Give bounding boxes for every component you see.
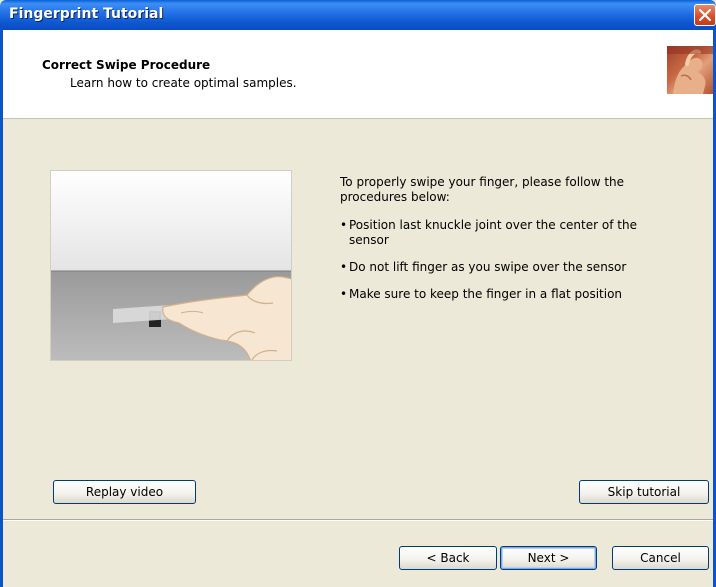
close-icon [699,9,711,21]
step-title: Correct Swipe Procedure [42,58,211,72]
replay-video-button[interactable]: Replay video [53,480,196,504]
cancel-button[interactable]: Cancel [612,546,709,570]
step-subtitle: Learn how to create optimal samples. [70,76,297,90]
instructions-panel: To properly swipe your finger, please fo… [340,175,680,314]
instructions-intro: To properly swipe your finger, please fo… [340,175,625,204]
footer-separator [0,519,716,521]
finger-swipe-illustration [50,170,292,361]
title-bar[interactable]: Fingerprint Tutorial [0,0,716,30]
next-button[interactable]: Next > [500,546,597,570]
close-button[interactable] [694,4,716,26]
skip-tutorial-button[interactable]: Skip tutorial [579,480,709,504]
instruction-bullet: Position last knuckle joint over the cen… [340,218,680,248]
back-button[interactable]: < Back [399,546,497,570]
wizard-header: Correct Swipe Procedure Learn how to cre… [0,30,716,119]
finger-photo-icon [667,46,713,94]
window-title: Fingerprint Tutorial [9,6,164,22]
fingerprint-tutorial-window: Fingerprint Tutorial Correct Swipe Proce… [0,0,716,587]
instruction-bullet: Make sure to keep the finger in a flat p… [340,287,680,302]
instruction-bullet: Do not lift finger as you swipe over the… [340,260,680,275]
window-border-left [0,30,3,587]
